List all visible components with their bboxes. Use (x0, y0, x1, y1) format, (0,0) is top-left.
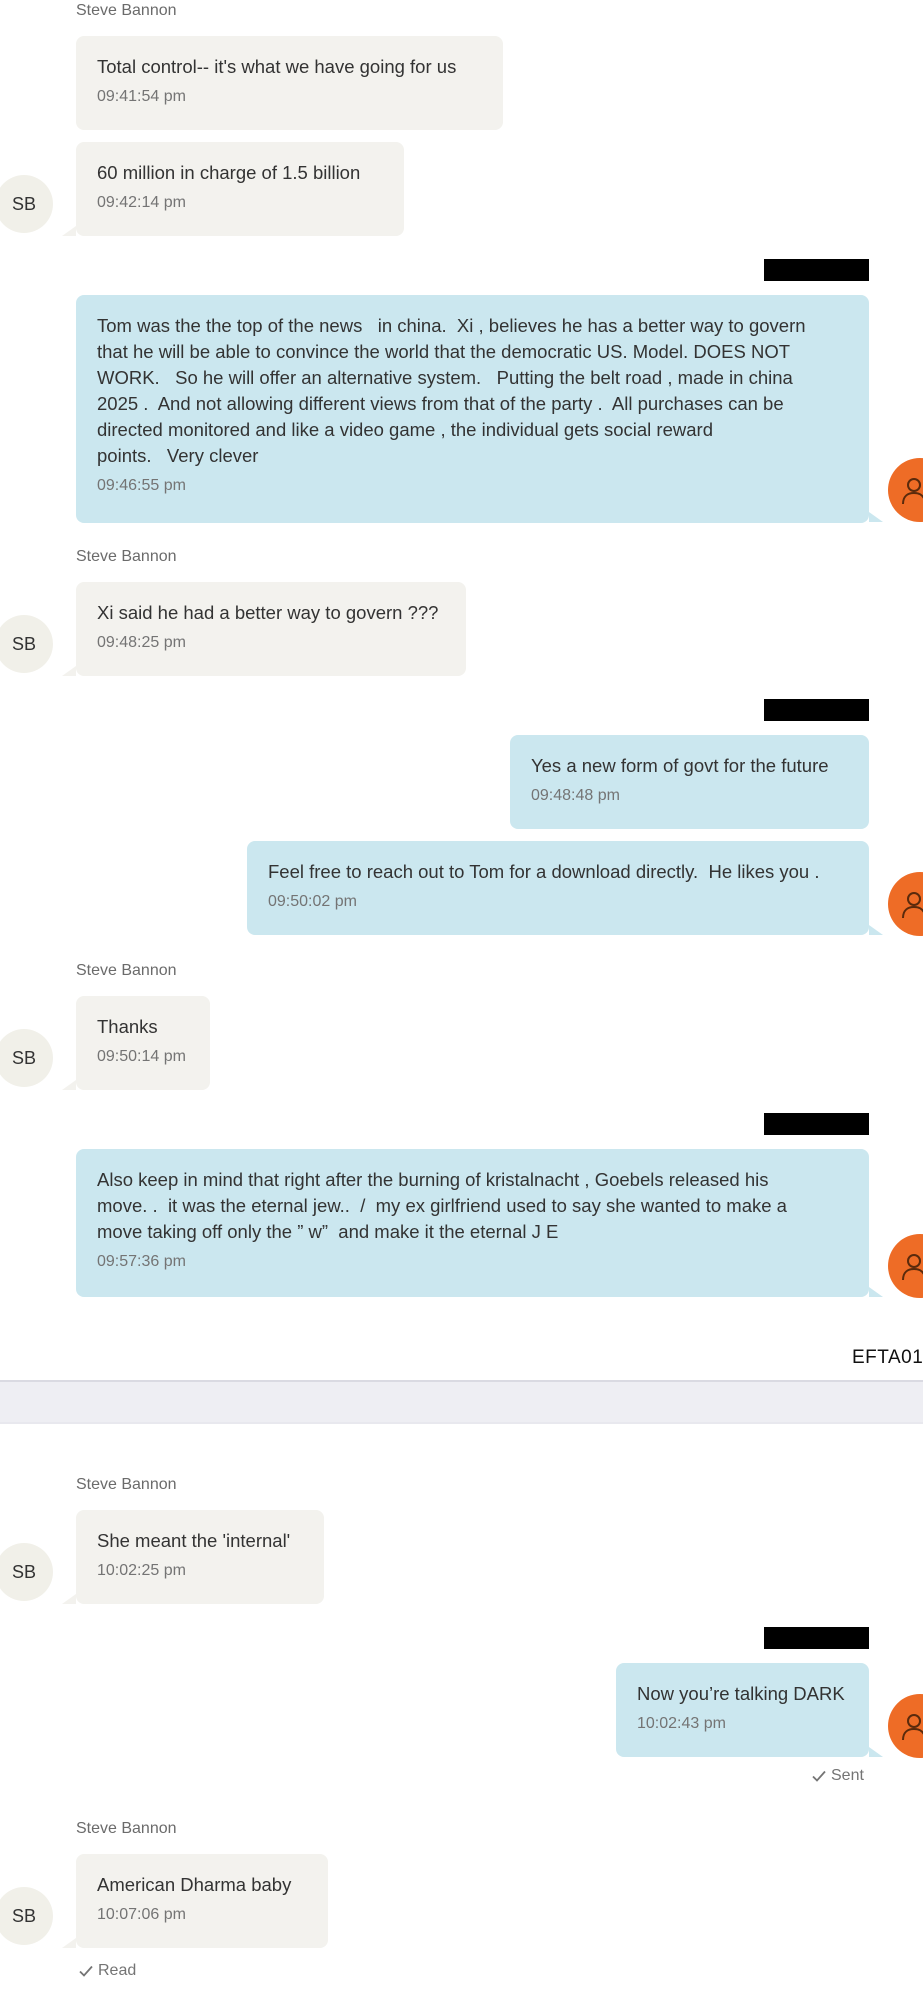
message-status: Read (79, 1962, 136, 1980)
message-status: Sent (812, 1767, 864, 1785)
status-text: Sent (831, 1767, 864, 1784)
message-bubble-outgoing[interactable]: Also keep in mind that right after the b… (76, 1149, 869, 1297)
contact-avatar[interactable]: SB (0, 615, 53, 673)
message-bubble-incoming[interactable]: Xi said he had a better way to govern ??… (76, 582, 466, 676)
status-text: Read (98, 1962, 137, 1979)
message-time: 10:07:06 pm (97, 1906, 186, 1923)
message-bubble-incoming[interactable]: She meant the 'internal' 10:02:25 pm (76, 1510, 324, 1604)
bubble-tail (62, 1080, 76, 1090)
message-time: 09:46:55 pm (97, 477, 186, 494)
page-edge (0, 1422, 923, 1424)
sender-name: Steve Bannon (76, 1820, 177, 1837)
sender-name: Steve Bannon (76, 962, 177, 979)
message-time: 09:41:54 pm (97, 88, 186, 105)
message-text: Feel free to reach out to Tom for a down… (268, 861, 820, 882)
message-time: 10:02:43 pm (637, 1715, 726, 1732)
bubble-tail (62, 226, 76, 236)
sender-name: Steve Bannon (76, 2, 177, 19)
message-text: Tom was the the top of the news in china… (97, 315, 806, 466)
message-bubble-incoming[interactable]: Thanks 09:50:14 pm (76, 996, 210, 1090)
message-bubble-incoming[interactable]: American Dharma baby 10:07:06 pm (76, 1854, 328, 1948)
bubble-tail (62, 666, 76, 676)
message-time: 09:57:36 pm (97, 1253, 186, 1270)
own-avatar[interactable] (888, 458, 923, 522)
message-text: Total control-- it's what we have going … (97, 56, 457, 77)
message-time: 09:48:48 pm (531, 787, 620, 804)
person-icon (902, 1714, 923, 1741)
bubble-tail (62, 1938, 76, 1948)
contact-avatar[interactable]: SB (0, 1029, 53, 1087)
bubble-tail (869, 925, 883, 935)
person-icon (902, 892, 923, 919)
message-time: 09:48:25 pm (97, 634, 186, 651)
person-icon (902, 478, 923, 505)
page-gap (0, 1382, 923, 1422)
redaction-bar (764, 699, 869, 721)
message-text: Xi said he had a better way to govern ??… (97, 602, 439, 623)
message-bubble-incoming[interactable]: Total control-- it's what we have going … (76, 36, 503, 130)
message-text: Now you’re talking DARK (637, 1683, 845, 1704)
redaction-bar (764, 1627, 869, 1649)
message-bubble-outgoing[interactable]: Now you’re talking DARK 10:02:43 pm (616, 1663, 869, 1757)
check-icon (812, 1770, 826, 1782)
own-avatar[interactable] (888, 1234, 923, 1298)
redaction-bar (764, 1113, 869, 1135)
document-id: EFTA01 (852, 1347, 923, 1368)
message-bubble-outgoing[interactable]: Tom was the the top of the news in china… (76, 295, 869, 523)
message-bubble-outgoing[interactable]: Feel free to reach out to Tom for a down… (247, 841, 869, 935)
bubble-tail (62, 1594, 76, 1604)
person-icon (902, 1254, 923, 1281)
check-icon (79, 1965, 93, 1977)
sender-name: Steve Bannon (76, 548, 177, 565)
message-time: 09:50:02 pm (268, 893, 357, 910)
message-text: Also keep in mind that right after the b… (97, 1169, 787, 1242)
message-text: Thanks (97, 1016, 158, 1037)
redaction-bar (764, 259, 869, 281)
bubble-tail (869, 512, 883, 522)
message-time: 09:50:14 pm (97, 1048, 186, 1065)
own-avatar[interactable] (888, 1694, 923, 1758)
chat-page-1[interactable]: Steve Bannon Total control-- it's what w… (0, 0, 923, 1382)
message-bubble-outgoing[interactable]: Yes a new form of govt for the future 09… (510, 735, 869, 829)
contact-avatar[interactable]: SB (0, 1543, 53, 1601)
sender-name: Steve Bannon (76, 1476, 177, 1493)
message-time: 10:02:25 pm (97, 1562, 186, 1579)
message-text: American Dharma baby (97, 1874, 292, 1895)
message-text: She meant the 'internal' (97, 1530, 291, 1551)
own-avatar[interactable] (888, 872, 923, 936)
message-time: 09:42:14 pm (97, 194, 186, 211)
contact-avatar[interactable]: SB (0, 175, 53, 233)
chat-page-2[interactable]: Steve Bannon She meant the 'internal' 10… (0, 1422, 923, 2000)
message-bubble-incoming[interactable]: 60 million in charge of 1.5 billion 09:4… (76, 142, 404, 236)
contact-avatar[interactable]: SB (0, 1887, 53, 1945)
bubble-tail (869, 1287, 883, 1297)
message-text: Yes a new form of govt for the future (531, 755, 829, 776)
message-text: 60 million in charge of 1.5 billion (97, 162, 361, 183)
bubble-tail (869, 1747, 883, 1757)
